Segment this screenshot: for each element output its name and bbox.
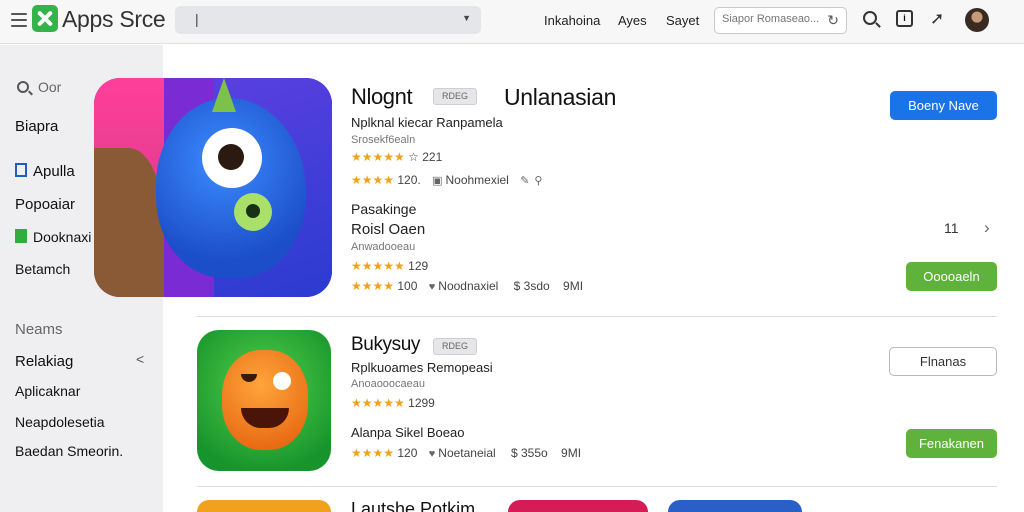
- nav-link-2[interactable]: Ayes: [618, 13, 647, 28]
- meta-row: ★★★★ 100 ♥ Noodnaxiel $ 3sdo 9MI: [351, 279, 583, 293]
- avatar[interactable]: [965, 8, 989, 32]
- app-title[interactable]: Lautshe Potkim: [351, 499, 475, 512]
- featured-app-title[interactable]: Nlognt: [351, 84, 413, 110]
- sidebar-section-label: Neams: [15, 321, 63, 338]
- app-price: $ 3sdo: [513, 279, 550, 293]
- thumb-icon: ♥: [428, 448, 436, 460]
- primary-action-button[interactable]: Boeny Nave: [890, 91, 997, 120]
- green-square-icon: [15, 229, 27, 243]
- featured-app-artwork[interactable]: [94, 78, 332, 297]
- sidebar-section-item-3[interactable]: Neapdolesetia: [15, 414, 105, 430]
- inbox-icon[interactable]: i: [896, 10, 913, 27]
- rating-count: ☆ 221: [408, 150, 443, 164]
- sidebar-item-1[interactable]: Biapra: [15, 118, 58, 135]
- rating-row: ★★★★ 120. ▣ Noohmexiel ✎ ⚲: [351, 173, 545, 187]
- app-badge: RDEG: [433, 88, 478, 105]
- app-price: $ 355o: [511, 446, 548, 460]
- star-rating-icon: ★★★★★: [351, 150, 405, 164]
- app-icon-artwork[interactable]: [197, 330, 331, 471]
- art-eye: [273, 372, 291, 390]
- app-subtitle: Srosekf6ealn: [351, 134, 416, 146]
- filter-field[interactable]: ↻: [714, 7, 847, 34]
- rating-count: 129: [408, 259, 429, 273]
- page-number: 11: [944, 220, 959, 236]
- app-square-icon: [15, 163, 27, 177]
- location-icon[interactable]: ⚲: [534, 174, 542, 187]
- sidebar-item-3[interactable]: Popoaiar: [15, 196, 75, 213]
- image-icon: ▣: [432, 175, 443, 187]
- sidebar-search-icon[interactable]: [17, 81, 29, 93]
- art-eye: [234, 193, 272, 231]
- art-character: [156, 98, 306, 278]
- art-eye: [202, 128, 262, 188]
- app-name[interactable]: Apps Srce: [62, 6, 166, 33]
- share-icon[interactable]: ➚: [930, 9, 944, 29]
- meta-number: 120: [397, 446, 418, 460]
- star-rating-icon: ★★★★★: [351, 259, 405, 273]
- nav-link-3[interactable]: Sayet: [666, 13, 699, 28]
- star-rating-icon: ★★★★: [351, 279, 395, 293]
- filter-input[interactable]: [722, 13, 824, 25]
- install-button[interactable]: Fenakanen: [906, 429, 997, 458]
- nav-link-1[interactable]: Inkahoina: [544, 13, 600, 28]
- sidebar-item-label: Dooknaxi: [33, 229, 92, 245]
- rating-count: 120.: [397, 173, 421, 187]
- app-category: Nplknal kiecar Ranpamela: [351, 115, 503, 130]
- sidebar-section-item-2[interactable]: Aplicaknar: [15, 383, 80, 399]
- app-size: 9MI: [563, 279, 584, 293]
- app-subheading: Alanpa Sikel Boeao: [351, 425, 465, 440]
- art-horn: [212, 78, 236, 112]
- sidebar-section-item-4[interactable]: Baedan Smeorin.: [15, 443, 123, 459]
- star-rating-icon: ★★★★: [351, 173, 395, 187]
- search-input[interactable]: | ▼: [175, 6, 481, 34]
- rating-row: ★★★★★ ☆ 221: [351, 150, 442, 164]
- chevron-right-icon[interactable]: ›: [984, 218, 990, 238]
- rating-row: ★★★★★ 129: [351, 259, 428, 273]
- art-character: [222, 350, 308, 450]
- sidebar-item-5[interactable]: Betamch: [15, 261, 70, 277]
- app-name[interactable]: Roisl Oaen: [351, 221, 425, 238]
- dropdown-icon[interactable]: ▼: [462, 13, 471, 23]
- app-icon-artwork[interactable]: [508, 500, 648, 512]
- top-bar: Apps Srce | ▼ Inkahoina Ayes Sayet ↻ i ➚: [0, 0, 1024, 44]
- edit-icon[interactable]: ✎: [520, 174, 529, 187]
- app-size: 9MI: [561, 446, 582, 460]
- meta-label: Noetaneial: [438, 446, 496, 460]
- meta-number: 100: [397, 279, 418, 293]
- divider: [197, 316, 997, 317]
- sidebar-item-4[interactable]: Dooknaxi: [15, 229, 91, 245]
- app-title[interactable]: Bukysuy: [351, 334, 420, 356]
- star-rating-icon: ★★★★: [351, 446, 395, 460]
- logo-icon[interactable]: [32, 5, 58, 32]
- art-character: [94, 148, 164, 297]
- star-rating-icon: ★★★★★: [351, 396, 405, 410]
- app-badge: RDEG: [433, 338, 478, 355]
- app-subtitle: Anoaooocaeau: [351, 378, 426, 390]
- meta-label: Noodnaxiel: [438, 279, 499, 293]
- menu-icon[interactable]: [11, 13, 27, 27]
- section-heading: Pasakinge: [351, 201, 417, 217]
- rating-count: 1299: [408, 396, 435, 410]
- install-button[interactable]: Ooooaeln: [906, 262, 997, 291]
- sidebar-item-2[interactable]: Apulla: [15, 163, 75, 180]
- app-icon-artwork[interactable]: [668, 500, 802, 512]
- chevron-back-icon[interactable]: <: [136, 351, 144, 367]
- sidebar-section-item-1[interactable]: Relakiag: [15, 353, 73, 370]
- app-icon-artwork[interactable]: [197, 500, 331, 512]
- app-subtitle: Anwadooeau: [351, 241, 416, 253]
- rating-row: ★★★★★ 1299: [351, 396, 435, 410]
- sidebar-item-label: Apulla: [33, 163, 75, 180]
- meta-row: ★★★★ 120 ♥ Noetaneial $ 355o 9MI: [351, 446, 581, 460]
- developer-heading: Unlanasian: [504, 84, 617, 110]
- meta-label: Noohmexiel: [445, 173, 509, 187]
- thumb-icon: ♥: [428, 281, 436, 293]
- refresh-icon[interactable]: ↻: [827, 12, 839, 29]
- secondary-button[interactable]: Flnanas: [889, 347, 997, 376]
- search-icon[interactable]: [863, 11, 877, 25]
- search-value: |: [195, 11, 199, 27]
- divider: [197, 486, 997, 487]
- app-category: Rplkuoames Remopeasi: [351, 360, 493, 375]
- sidebar-search-label[interactable]: Oor: [38, 79, 61, 95]
